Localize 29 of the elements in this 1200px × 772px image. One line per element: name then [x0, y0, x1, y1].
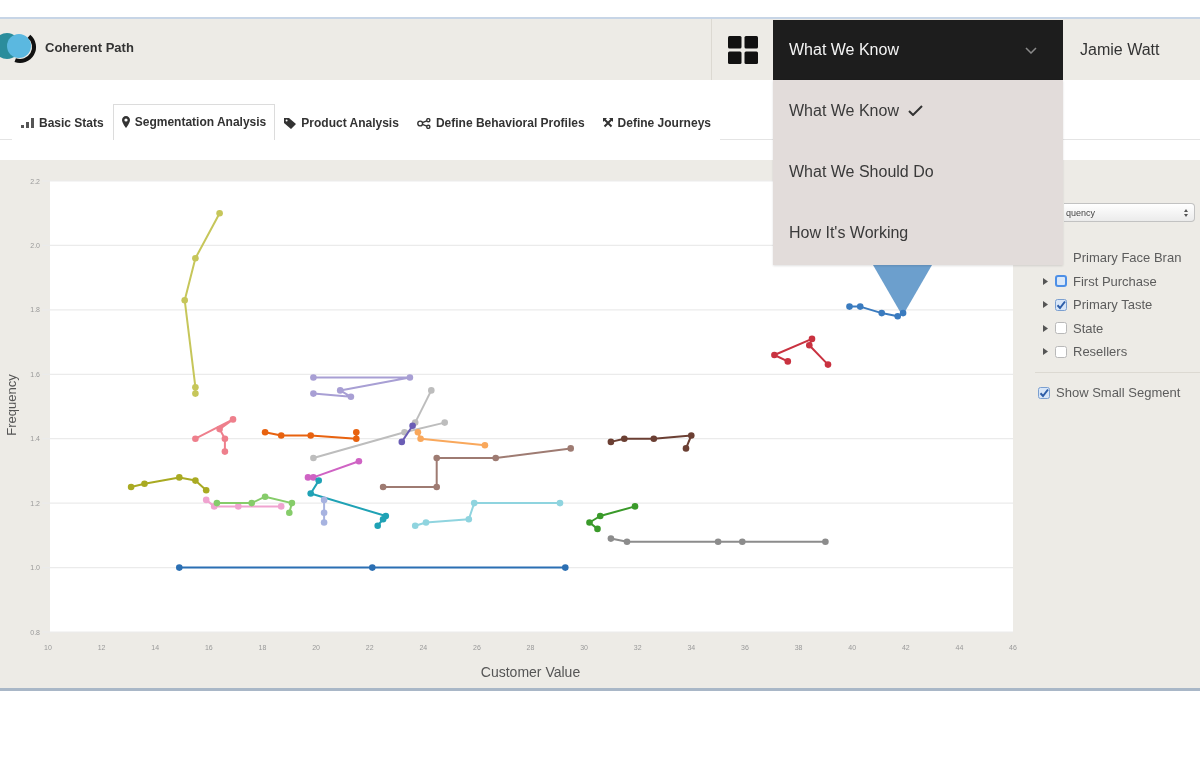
option-label: Show Small Segment [1056, 385, 1181, 400]
attribute-label: Resellers [1073, 344, 1128, 360]
menu-item[interactable]: How It's Working [773, 202, 1063, 263]
axis-title: Frequency [4, 374, 19, 436]
checkbox[interactable] [1055, 345, 1067, 358]
attribute-label: Primary Taste [1073, 297, 1153, 313]
checkbox[interactable] [1055, 322, 1067, 335]
app-name: Coherent Path [45, 39, 134, 55]
tag-icon [284, 117, 297, 129]
tab[interactable]: Segmentation Analysis [112, 104, 276, 140]
map-pin-icon [121, 116, 130, 128]
checkbox[interactable] [1055, 275, 1067, 288]
attribute-label: First Purchase [1073, 273, 1157, 289]
crossed-arrows-icon [602, 118, 613, 128]
checkbox[interactable] [1038, 386, 1050, 399]
select-dropdown[interactable]: quency [1064, 203, 1195, 222]
view-dropdown-button[interactable]: What We Know [773, 20, 1063, 80]
up-down-arrows-icon [1184, 208, 1188, 217]
menu-item[interactable]: What We Know [773, 80, 1063, 141]
axis-title: Customer Value [480, 664, 581, 680]
grid-icon [727, 35, 758, 64]
attribute-label: State [1073, 320, 1104, 336]
bar-chart-icon [21, 118, 34, 128]
connected-nodes-icon [416, 117, 431, 129]
checkbox[interactable] [1055, 298, 1067, 311]
attribute-label: Primary Face Bran [1073, 250, 1182, 266]
chevron-down-icon [1025, 46, 1037, 54]
menu-item[interactable]: What We Should Do [773, 141, 1063, 202]
user-name[interactable]: Jamie Watt [1080, 40, 1160, 59]
